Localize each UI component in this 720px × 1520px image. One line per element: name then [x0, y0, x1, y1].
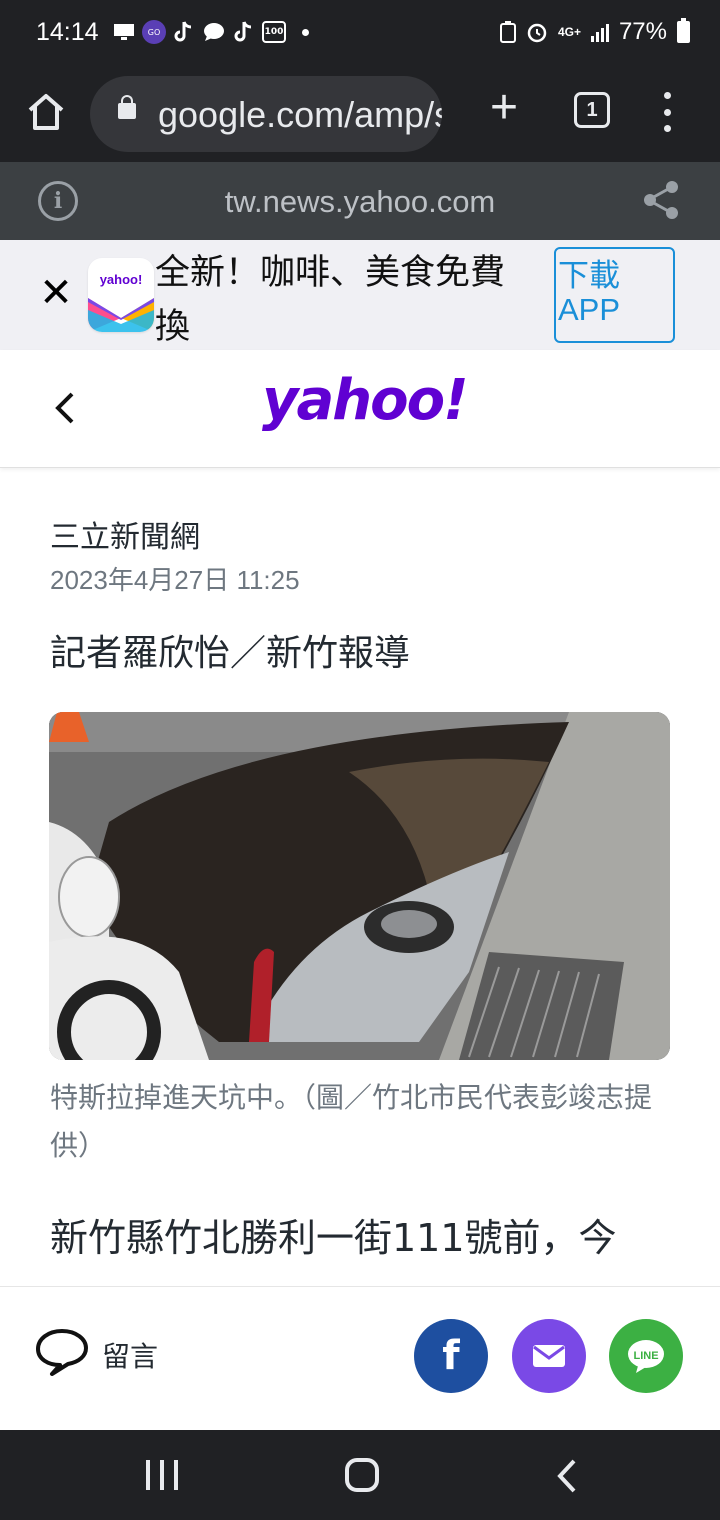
- facebook-share-button[interactable]: f: [414, 1319, 488, 1393]
- site-header: yahoo!: [0, 350, 720, 468]
- share-icon: [644, 181, 678, 219]
- article-byline: 記者羅欣怡／新竹報導: [50, 633, 411, 674]
- download-app-button[interactable]: 下載APP: [554, 247, 675, 343]
- battery-percent: 77%: [618, 18, 667, 45]
- new-tab-button[interactable]: +: [482, 84, 526, 132]
- chat-bubble-icon: [202, 20, 226, 44]
- happy-go-icon: GO: [142, 20, 166, 44]
- article-date: 2023年4月27日 11:25: [50, 565, 300, 595]
- recent-apps-button[interactable]: [146, 1460, 178, 1490]
- article-source[interactable]: 三立新聞網: [50, 512, 200, 556]
- system-status: 4G+ 77%: [499, 18, 690, 46]
- facebook-icon: f: [442, 1333, 460, 1379]
- amp-header-bar: i tw.news.yahoo.com: [0, 162, 720, 240]
- browser-toolbar: google.com/amp/s/tw.news.yahoo.com + 1: [0, 68, 720, 162]
- amp-domain[interactable]: tw.news.yahoo.com: [0, 184, 720, 220]
- home-button[interactable]: [22, 88, 70, 136]
- tab-switcher-button[interactable]: 1: [574, 92, 610, 128]
- battery-icon: [677, 18, 690, 43]
- home-icon: [28, 94, 64, 130]
- app-promo-banner: ✕ yahoo! 全新！咖啡、美食免費換 下載APP: [0, 240, 720, 350]
- email-share-button[interactable]: [512, 1319, 586, 1393]
- line-icon: LINE: [628, 1340, 664, 1373]
- screen-cast-icon: [112, 20, 136, 44]
- home-nav-button[interactable]: [345, 1458, 379, 1492]
- lock-icon: [118, 95, 136, 119]
- network-type: 4G+: [557, 25, 581, 39]
- address-bar[interactable]: google.com/amp/s/tw.news.yahoo.com: [90, 76, 442, 152]
- status-bar: 14:14 GO 100 4G+ 77%: [0, 0, 720, 68]
- back-button[interactable]: [48, 390, 84, 426]
- close-icon[interactable]: ✕: [38, 273, 74, 313]
- chevron-left-icon: [55, 392, 74, 424]
- comment-icon[interactable]: [34, 1327, 90, 1377]
- comment-label[interactable]: 留言: [102, 1335, 158, 1375]
- url-text: google.com/amp/s/tw.news.yahoo.com: [158, 94, 442, 135]
- app-100-icon: 100: [262, 21, 286, 43]
- status-time: 14:14: [36, 18, 99, 46]
- tiktok-icon: [172, 20, 196, 44]
- alarm-icon: [527, 23, 547, 43]
- tiktok-icon-2: [232, 20, 256, 44]
- back-nav-button[interactable]: [552, 1458, 582, 1494]
- photo-caption: 特斯拉掉進天坑中。（圖／竹北市民代表彭竣志提供）: [50, 1081, 653, 1162]
- svg-text:LINE: LINE: [633, 1350, 658, 1362]
- system-nav-bar: [0, 1430, 720, 1520]
- chevron-left-icon: [557, 1459, 576, 1493]
- notification-icons: GO 100: [112, 20, 309, 44]
- line-share-button[interactable]: LINE: [609, 1319, 683, 1393]
- signal-icon: [590, 22, 609, 42]
- mail-icon: [533, 1345, 565, 1367]
- yahoo-logo[interactable]: yahoo!: [262, 368, 469, 433]
- share-button[interactable]: [640, 178, 684, 222]
- article-photo[interactable]: [49, 712, 670, 1060]
- battery-saver-icon: [499, 21, 516, 43]
- overflow-menu-button[interactable]: [660, 92, 674, 132]
- article-body: 新竹縣竹北勝利一街111號前，今: [50, 1216, 617, 1260]
- more-notifications-dot: [302, 28, 309, 36]
- promo-text: 全新！咖啡、美食免費換: [155, 253, 506, 347]
- share-bar: 留言 f LINE: [0, 1286, 720, 1430]
- yahoo-app-logo: yahoo!: [88, 258, 154, 332]
